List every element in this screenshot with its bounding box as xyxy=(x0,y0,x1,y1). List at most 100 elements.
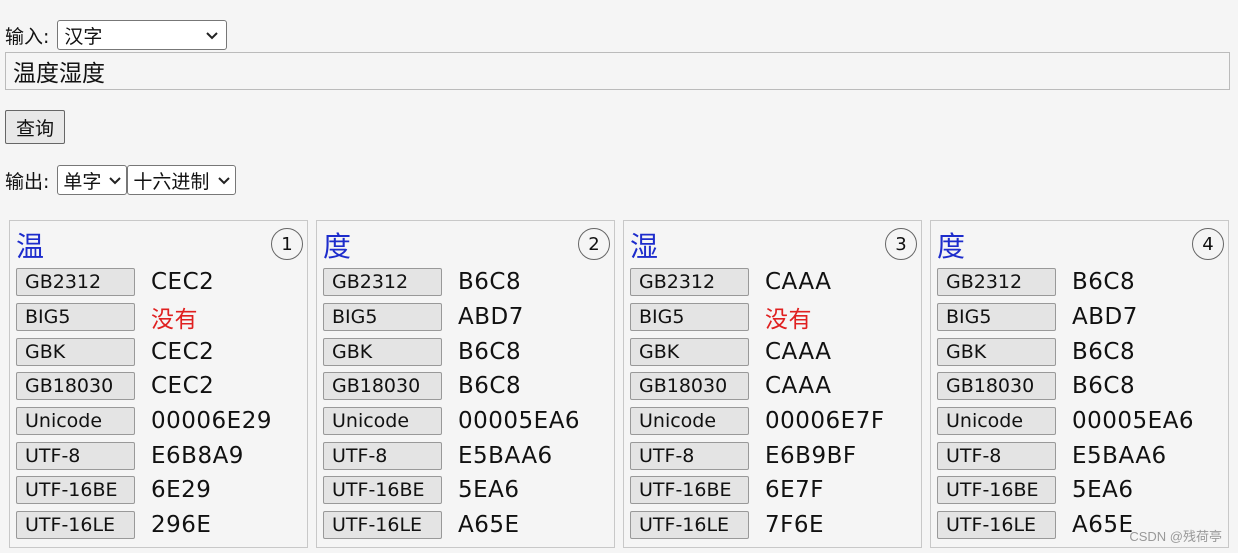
encoding-label-button[interactable]: UTF-8 xyxy=(630,441,749,470)
card-character: 度 xyxy=(323,230,352,263)
encoding-row: GB18030 B6C8 xyxy=(317,369,614,404)
encoding-row: GB18030 CEC2 xyxy=(10,369,307,404)
encoding-label-button[interactable]: BIG5 xyxy=(630,303,749,332)
encoding-value: A65E xyxy=(458,512,520,539)
encoding-label-button[interactable]: UTF-16LE xyxy=(16,511,135,540)
encoding-value: 7F6E xyxy=(765,512,825,539)
encoding-row: UTF-8 E6B8A9 xyxy=(10,438,307,473)
encoding-row: GB2312 B6C8 xyxy=(317,265,614,300)
input-type-value: 汉字 xyxy=(64,25,103,48)
encoding-value: 5EA6 xyxy=(1072,477,1134,504)
encoding-row: GBK CAAA xyxy=(624,334,921,369)
encoding-label-button[interactable]: UTF-16LE xyxy=(323,511,442,540)
output-row: 输出: 单字 十六进制 xyxy=(5,165,237,195)
encoding-value: E5BAA6 xyxy=(1072,442,1167,469)
output-mode-value: 单字 xyxy=(63,170,102,193)
input-label: 输入: xyxy=(5,25,50,48)
encoding-label-button[interactable]: GB2312 xyxy=(323,268,442,297)
card-index-badge: 1 xyxy=(271,228,303,260)
encoding-row: UTF-8 E6B9BF xyxy=(624,438,921,473)
encoding-row: GB18030 CAAA xyxy=(624,369,921,404)
card-header: 度2 xyxy=(317,221,614,265)
encoding-label-button[interactable]: Unicode xyxy=(16,407,135,436)
chevron-down-icon xyxy=(109,177,122,185)
encoding-label-button[interactable]: BIG5 xyxy=(16,303,135,332)
encoding-label-button[interactable]: UTF-16BE xyxy=(16,476,135,505)
encoding-row: GBK CEC2 xyxy=(10,334,307,369)
encoding-label-button[interactable]: GBK xyxy=(323,337,442,366)
encoding-value: 00005EA6 xyxy=(458,408,581,435)
encoding-row: BIG5 ABD7 xyxy=(317,300,614,335)
encoding-label-button[interactable]: GB2312 xyxy=(937,268,1056,297)
encoding-label-button[interactable]: Unicode xyxy=(323,407,442,436)
encoding-label-button[interactable]: UTF-8 xyxy=(323,441,442,470)
encoding-label-button[interactable]: Unicode xyxy=(937,407,1056,436)
encoding-label-button[interactable]: UTF-16BE xyxy=(323,476,442,505)
encoding-value: B6C8 xyxy=(458,373,522,400)
card-index-badge: 2 xyxy=(578,228,610,260)
encoding-label-button[interactable]: GBK xyxy=(16,337,135,366)
encoding-row: GB2312 CEC2 xyxy=(10,265,307,300)
result-cards: 温 1 GB2312 CEC2 BIG5 没有 GBK CEC2 GB18030 CEC2 Unic… xyxy=(9,220,1229,548)
encoding-label-button[interactable]: GB18030 xyxy=(16,372,135,401)
encoding-label-button[interactable]: GB18030 xyxy=(323,372,442,401)
encoding-value: B6C8 xyxy=(1072,269,1136,296)
card-character: 度 xyxy=(937,230,966,263)
encoding-value: 00006E7F xyxy=(765,408,885,435)
encoding-row: UTF-16LE A65E xyxy=(317,508,614,543)
card-character: 温 xyxy=(16,230,45,263)
encoding-value: CEC2 xyxy=(151,338,215,365)
encoding-row: UTF-16BE 5EA6 xyxy=(317,473,614,508)
text-input[interactable]: 温度湿度 xyxy=(5,52,1230,90)
encoding-value: 5EA6 xyxy=(458,477,520,504)
text-input-value: 温度湿度 xyxy=(13,61,105,87)
encoding-label-button[interactable]: UTF-16BE xyxy=(937,476,1056,505)
encoding-row: GB18030 B6C8 xyxy=(931,369,1228,404)
encoding-label-button[interactable]: GBK xyxy=(630,337,749,366)
card-header: 温1 xyxy=(10,221,307,265)
encoding-label-button[interactable]: GBK xyxy=(937,337,1056,366)
encoding-value: ABD7 xyxy=(458,304,524,331)
encoding-label-button[interactable]: GB2312 xyxy=(16,268,135,297)
encoding-value: 6E7F xyxy=(765,477,825,504)
encoding-row: BIG5 ABD7 xyxy=(931,300,1228,335)
query-button[interactable]: 查询 xyxy=(5,110,65,144)
encoding-value: B6C8 xyxy=(458,338,522,365)
encoding-row: UTF-16BE 6E7F xyxy=(624,473,921,508)
input-type-select[interactable]: 汉字 xyxy=(57,20,228,50)
encoding-label-button[interactable]: UTF-8 xyxy=(16,441,135,470)
encoding-value: 没有 xyxy=(151,307,198,334)
encoding-row: UTF-16LE 296E xyxy=(10,508,307,543)
encoding-value: 296E xyxy=(151,512,212,539)
encoding-value: CEC2 xyxy=(151,373,215,400)
card-header: 湿3 xyxy=(624,221,921,265)
encoding-label-button[interactable]: Unicode xyxy=(630,407,749,436)
encoding-value: B6C8 xyxy=(1072,338,1136,365)
output-mode-select[interactable]: 单字 xyxy=(57,165,128,195)
encoding-row: UTF-8 E5BAA6 xyxy=(317,438,614,473)
encoding-label-button[interactable]: BIG5 xyxy=(937,303,1056,332)
encoding-value: E6B9BF xyxy=(765,442,857,469)
encoding-row: GB2312 CAAA xyxy=(624,265,921,300)
encoding-label-button[interactable]: UTF-16BE xyxy=(630,476,749,505)
encoding-row: UTF-8 E5BAA6 xyxy=(931,438,1228,473)
encoding-row: BIG5 没有 xyxy=(10,300,307,335)
encoding-value: CAAA xyxy=(765,269,832,296)
encoding-label-button[interactable]: UTF-16LE xyxy=(937,511,1056,540)
encoding-label-button[interactable]: UTF-8 xyxy=(937,441,1056,470)
encoding-label-button[interactable]: GB2312 xyxy=(630,268,749,297)
encoding-row: UTF-16BE 6E29 xyxy=(10,473,307,508)
encoding-value: 6E29 xyxy=(151,477,212,504)
encoding-value: A65E xyxy=(1072,512,1134,539)
encoding-value: 00005EA6 xyxy=(1072,408,1195,435)
encoding-label-button[interactable]: BIG5 xyxy=(323,303,442,332)
encoding-label-button[interactable]: GB18030 xyxy=(630,372,749,401)
encoding-row: GBK B6C8 xyxy=(317,334,614,369)
output-label: 输出: xyxy=(5,170,50,193)
chevron-down-icon xyxy=(206,32,219,40)
output-format-select[interactable]: 十六进制 xyxy=(127,165,237,195)
encoding-row: BIG5 没有 xyxy=(624,300,921,335)
encoding-label-button[interactable]: GB18030 xyxy=(937,372,1056,401)
encoding-value: CAAA xyxy=(765,373,832,400)
encoding-label-button[interactable]: UTF-16LE xyxy=(630,511,749,540)
